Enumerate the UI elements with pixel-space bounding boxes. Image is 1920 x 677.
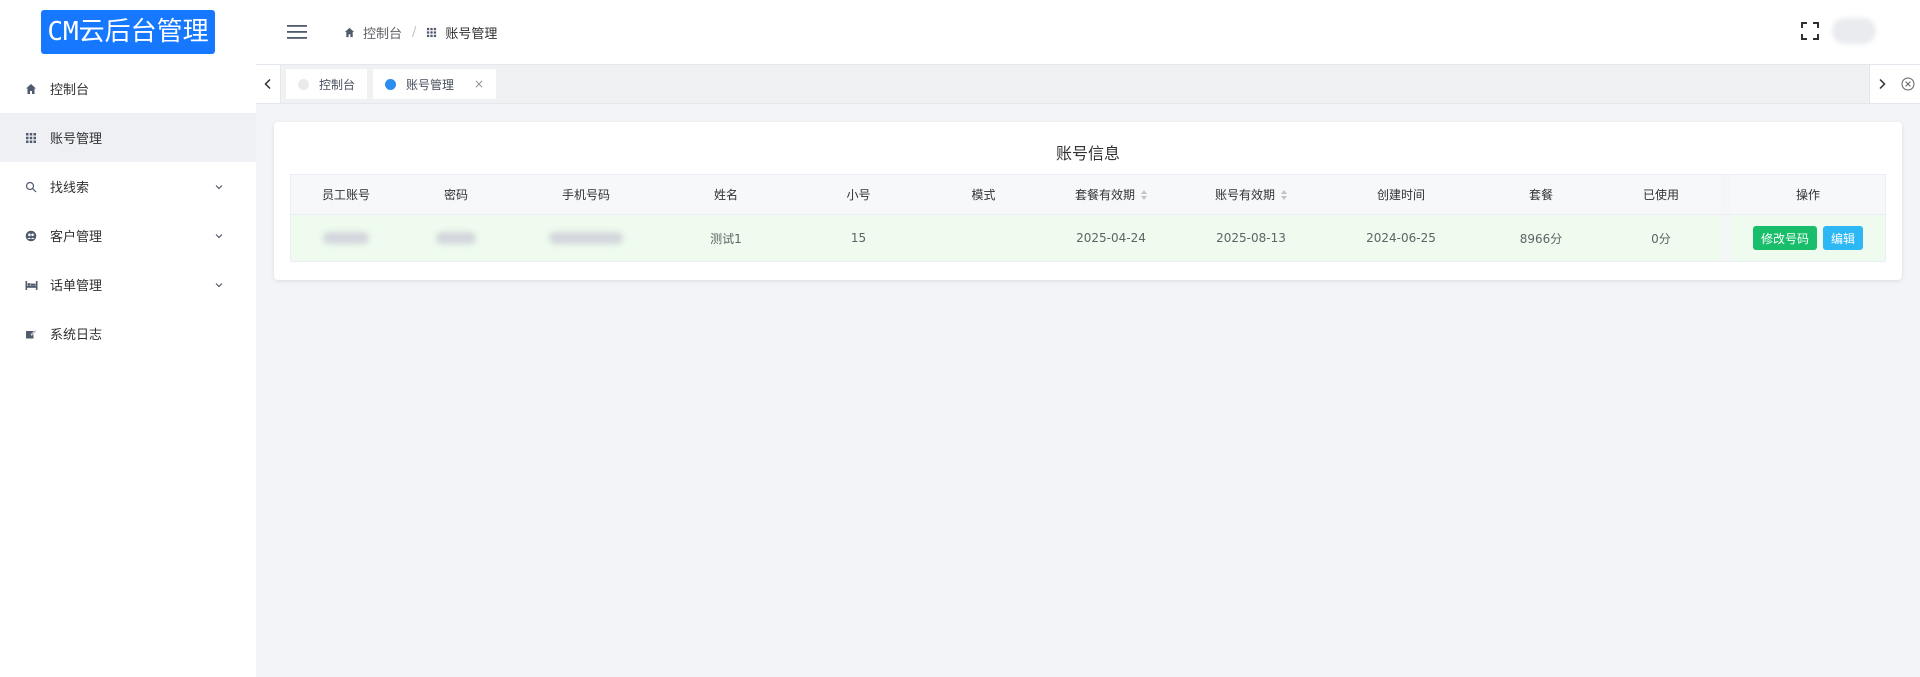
sidebar-item-label: 系统日志 xyxy=(50,328,103,343)
sidebar-item-label: 话单管理 xyxy=(50,279,103,294)
search-icon xyxy=(24,180,38,194)
chevron-down-icon xyxy=(215,184,223,189)
sidebar: CM云后台管理 控制台 账号管理 找线索 客户管理 话单管理 系统日志 xyxy=(0,0,256,677)
redacted-value xyxy=(549,232,623,244)
cell-password xyxy=(401,215,511,261)
card-title: 账号信息 xyxy=(1055,144,1120,163)
sidebar-item-label: 控制台 xyxy=(50,83,90,98)
header-actions xyxy=(1800,18,1876,44)
user-avatar[interactable] xyxy=(1832,18,1876,44)
column-header: 模式 xyxy=(971,188,996,202)
column-header: 已使用 xyxy=(1642,188,1679,202)
cell-mode xyxy=(926,215,1041,261)
grid-icon xyxy=(24,131,38,145)
table-row: 测试1 15 2025-04-24 2025-08-13 2024-06-25 … xyxy=(291,215,1885,261)
column-header: 套餐 xyxy=(1528,188,1553,202)
logo-area: CM云后台管理 xyxy=(0,0,256,64)
redacted-value xyxy=(323,232,369,244)
sort-icon[interactable] xyxy=(1281,189,1287,200)
column-header: 手机号码 xyxy=(561,188,610,202)
edit-icon xyxy=(24,327,38,341)
app-logo[interactable]: CM云后台管理 xyxy=(41,10,215,54)
chevron-right-icon xyxy=(1879,78,1886,90)
breadcrumb-label: 账号管理 xyxy=(445,26,498,42)
grid-icon xyxy=(427,27,437,37)
column-header: 密码 xyxy=(443,188,468,202)
tab-account[interactable]: 账号管理 × xyxy=(373,69,497,99)
tab-dashboard[interactable]: 控制台 xyxy=(286,69,368,99)
column-header: 小号 xyxy=(846,188,871,202)
edit-button[interactable]: 编辑 xyxy=(1823,226,1864,250)
column-header-sortable[interactable]: 套餐有效期 xyxy=(1041,175,1181,214)
sort-icon[interactable] xyxy=(1141,189,1147,200)
redacted-value xyxy=(436,232,476,244)
column-header: 创建时间 xyxy=(1376,188,1425,202)
breadcrumb-separator: / xyxy=(412,24,417,40)
tabs-track: 控制台 账号管理 × xyxy=(281,65,1869,103)
home-icon xyxy=(344,27,355,37)
cell-created: 2024-06-25 xyxy=(1366,231,1436,245)
modify-number-button[interactable]: 修改号码 xyxy=(1752,226,1817,250)
chevron-down-icon xyxy=(215,282,223,287)
cell-account-expiry: 2025-08-13 xyxy=(1216,231,1286,245)
tab-status-dot xyxy=(298,78,309,90)
chevron-down-icon xyxy=(215,233,223,238)
breadcrumb-item-account: 账号管理 xyxy=(426,23,497,42)
cell-name: 测试1 xyxy=(710,231,742,246)
sidebar-item-system-log[interactable]: 系统日志 xyxy=(0,309,256,358)
sidebar-item-dashboard[interactable]: 控制台 xyxy=(0,64,256,113)
column-header: 操作 xyxy=(1721,175,1885,214)
breadcrumb-label: 控制台 xyxy=(363,26,403,42)
sidebar-item-account[interactable]: 账号管理 xyxy=(0,113,256,162)
sidebar-item-label: 客户管理 xyxy=(50,230,103,245)
fullscreen-icon[interactable] xyxy=(1800,21,1820,41)
tab-label: 账号管理 xyxy=(406,77,455,92)
close-icon[interactable]: × xyxy=(474,77,484,91)
menu-toggle-icon[interactable] xyxy=(286,21,308,43)
tab-status-dot xyxy=(385,78,397,90)
tabs-scroll-left-button[interactable] xyxy=(256,65,281,103)
tabs-scroll-right-button[interactable] xyxy=(1869,65,1894,103)
table-header: 员工账号 密码 手机号码 姓名 小号 模式 套餐有效期 账号有效期 创建时间 套… xyxy=(291,175,1885,215)
column-header: 姓名 xyxy=(713,188,738,202)
bed-icon xyxy=(24,278,38,292)
breadcrumb: 控制台 / 账号管理 xyxy=(344,23,497,42)
cell-employee-account xyxy=(291,215,401,261)
sidebar-item-customers[interactable]: 客户管理 xyxy=(0,211,256,260)
top-header: 控制台 / 账号管理 xyxy=(256,0,1920,64)
chevron-left-icon xyxy=(264,78,271,90)
account-table: 员工账号 密码 手机号码 姓名 小号 模式 套餐有效期 账号有效期 创建时间 套… xyxy=(290,174,1886,262)
sidebar-item-call-records[interactable]: 话单管理 xyxy=(0,260,256,309)
sidebar-item-leads[interactable]: 找线索 xyxy=(0,162,256,211)
cell-package-expiry: 2025-04-24 xyxy=(1076,231,1146,245)
sidebar-item-label: 账号管理 xyxy=(50,132,103,147)
column-header-label: 套餐有效期 xyxy=(1074,188,1135,202)
users-icon xyxy=(24,229,38,243)
account-info-card: 账号信息 员工账号 密码 手机号码 姓名 小号 模式 套餐有效期 账号有效期 创… xyxy=(274,122,1902,280)
cell-sub-number: 15 xyxy=(850,231,867,245)
tab-label: 控制台 xyxy=(319,77,356,92)
cell-phone xyxy=(511,215,661,261)
cell-used: 0分 xyxy=(1651,231,1671,246)
column-header-sortable[interactable]: 账号有效期 xyxy=(1181,175,1321,214)
sidebar-menu: 控制台 账号管理 找线索 客户管理 话单管理 系统日志 xyxy=(0,64,256,358)
close-all-tabs-icon[interactable] xyxy=(1895,65,1920,103)
breadcrumb-item-dashboard[interactable]: 控制台 xyxy=(344,23,402,42)
cell-package: 8966分 xyxy=(1519,231,1563,246)
home-icon xyxy=(24,82,38,96)
column-header-label: 账号有效期 xyxy=(1214,188,1275,202)
sidebar-item-label: 找线索 xyxy=(50,181,90,196)
column-header: 员工账号 xyxy=(321,188,370,202)
tabs-bar: 控制台 账号管理 × xyxy=(256,64,1920,104)
cell-actions: 修改号码 编辑 xyxy=(1721,215,1885,261)
